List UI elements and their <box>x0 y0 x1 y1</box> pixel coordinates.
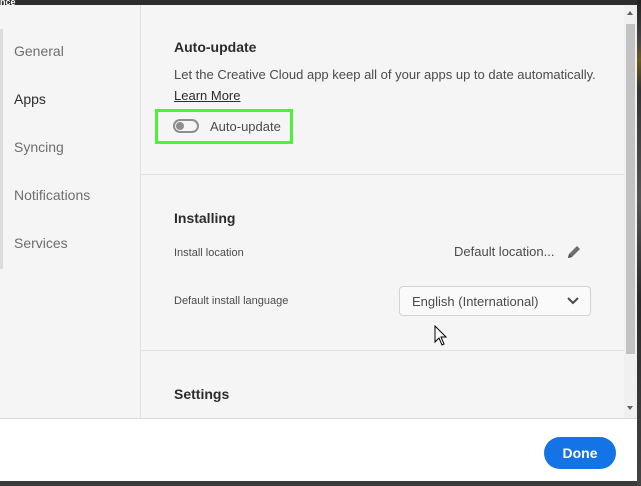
vertical-scrollbar[interactable] <box>624 5 637 418</box>
mouse-cursor-icon <box>434 325 448 346</box>
settings-heading: Settings <box>174 386 230 402</box>
installing-heading: Installing <box>174 210 236 226</box>
install-location-value[interactable]: Default location... <box>454 244 554 259</box>
preferences-dialog: General Apps Syncing Notifications Servi… <box>0 5 637 481</box>
auto-update-section: Auto-update Let the Creative Cloud app k… <box>141 5 624 175</box>
pencil-icon[interactable] <box>565 243 583 261</box>
sidebar: General Apps Syncing Notifications Servi… <box>0 5 141 418</box>
content-panel: Auto-update Let the Creative Cloud app k… <box>141 5 624 418</box>
sidebar-item-services[interactable]: Services <box>3 220 140 266</box>
install-language-label: Default install language <box>174 295 289 307</box>
scroll-thumb[interactable] <box>626 24 635 354</box>
settings-section: Settings <box>141 351 624 418</box>
dialog-footer: Done <box>0 418 637 481</box>
install-location-label: Install location <box>174 247 244 259</box>
chevron-down-icon <box>567 297 579 305</box>
auto-update-toggle[interactable] <box>173 119 199 133</box>
done-button[interactable]: Done <box>544 437 616 469</box>
auto-update-toggle-label: Auto-update <box>210 119 281 134</box>
language-select[interactable]: English (International) <box>399 286 591 316</box>
sidebar-item-notifications[interactable]: Notifications <box>3 172 140 218</box>
scroll-up-arrow-icon[interactable] <box>627 11 633 15</box>
toggle-knob <box>176 122 184 130</box>
sidebar-item-apps[interactable]: Apps <box>3 76 140 122</box>
learn-more-link[interactable]: Learn More <box>174 88 240 103</box>
auto-update-heading: Auto-update <box>174 39 257 55</box>
scroll-down-arrow-icon[interactable] <box>627 406 633 410</box>
sidebar-item-general[interactable]: General <box>3 28 140 74</box>
auto-update-description: Let the Creative Cloud app keep all of y… <box>174 67 596 82</box>
installing-section: Installing <box>141 175 624 351</box>
language-select-value: English (International) <box>412 294 539 309</box>
sidebar-item-syncing[interactable]: Syncing <box>3 124 140 170</box>
background-edge <box>637 0 641 486</box>
